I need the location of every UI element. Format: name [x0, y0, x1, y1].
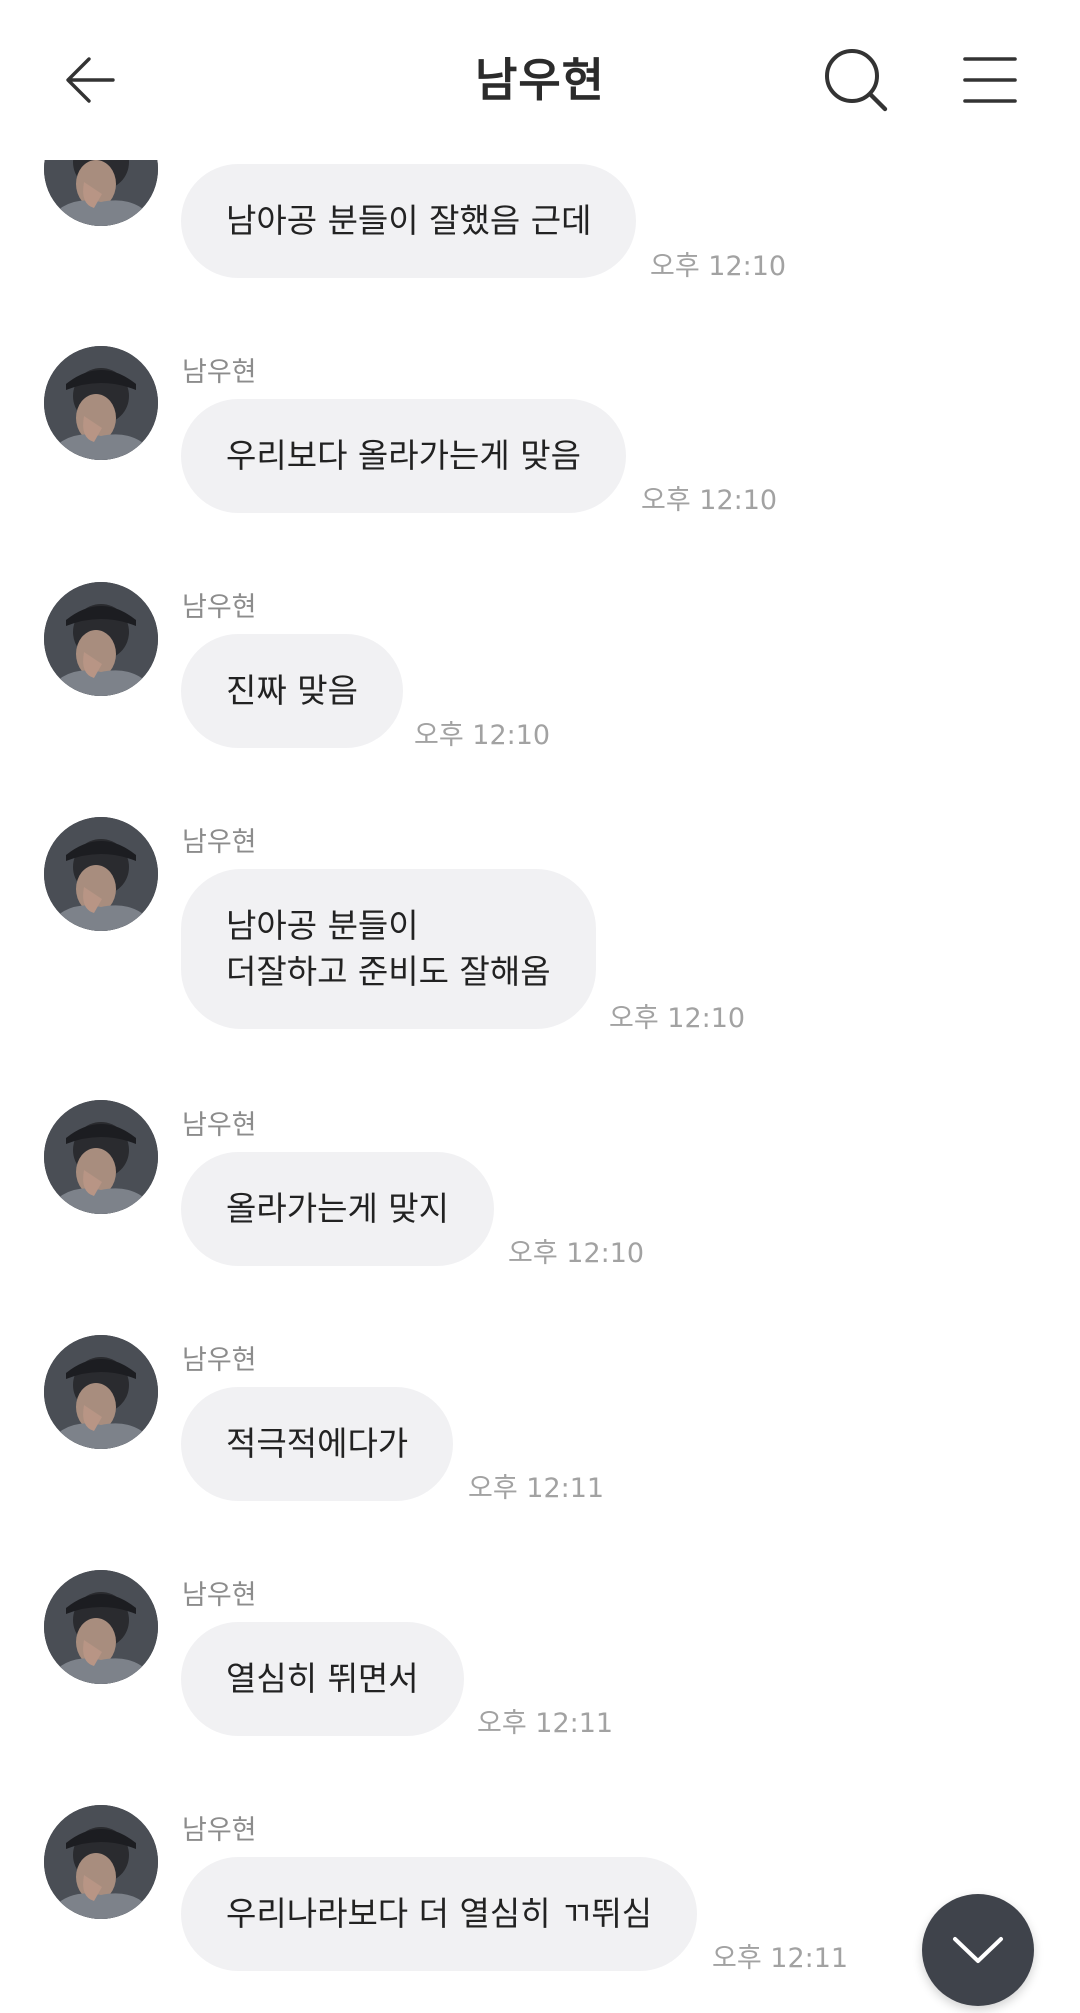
- message-time: 오후 12:10: [609, 1003, 746, 1034]
- chevron-down-icon: [953, 1937, 1003, 1963]
- message-bubble[interactable]: 남아공 분들이 잘했음 근데: [181, 164, 637, 278]
- avatar[interactable]: [44, 582, 158, 696]
- sender-name: 남우현: [182, 827, 257, 858]
- avatar[interactable]: [44, 1335, 158, 1449]
- message-bubble[interactable]: 남아공 분들이 더잘하고 준비도 잘해옴: [181, 869, 596, 1029]
- menu-icon: [963, 57, 1017, 103]
- sender-name: 남우현: [182, 1815, 257, 1846]
- message-bubble[interactable]: 올라가는게 맞지: [181, 1152, 495, 1266]
- chat-title: 남우현: [475, 53, 605, 107]
- sender-name: 남우현: [182, 357, 257, 388]
- message-time: 오후 12:10: [650, 251, 787, 282]
- message-bubble[interactable]: 열심히 뛰면서: [181, 1622, 464, 1736]
- message-time: 오후 12:10: [414, 720, 551, 751]
- avatar[interactable]: [44, 1100, 158, 1214]
- message-bubble[interactable]: 적극적에다가: [181, 1387, 454, 1501]
- chat-header: 남우현: [0, 0, 1080, 160]
- message-time: 오후 12:10: [641, 485, 778, 516]
- sender-name: 남우현: [182, 1345, 257, 1376]
- message-time: 오후 12:10: [508, 1238, 645, 1269]
- message-bubble[interactable]: 진짜 맞음: [181, 634, 403, 748]
- menu-button[interactable]: [940, 40, 1040, 120]
- message-time: 오후 12:11: [712, 1943, 849, 1974]
- message-time: 오후 12:11: [477, 1708, 614, 1739]
- chat-screen: 남우현 남아공 분들이 잘했음 근데 오후 12:10 남우현 우리보다 올라가…: [0, 0, 1080, 2013]
- scroll-down-button[interactable]: [922, 1894, 1034, 2006]
- avatar[interactable]: [44, 1570, 158, 1684]
- sender-name: 남우현: [182, 1110, 257, 1141]
- avatar[interactable]: [44, 1805, 158, 1919]
- avatar[interactable]: [44, 817, 158, 931]
- message-bubble[interactable]: 우리보다 올라가는게 맞음: [181, 399, 626, 513]
- message-time: 오후 12:11: [468, 1473, 605, 1504]
- avatar[interactable]: [44, 346, 158, 460]
- sender-name: 남우현: [182, 1580, 257, 1611]
- search-icon: [825, 49, 888, 112]
- search-button[interactable]: [806, 40, 906, 120]
- message-bubble[interactable]: 우리나라보다 더 열심히 ㄲ뛰심: [181, 1857, 698, 1971]
- sender-name: 남우현: [182, 592, 257, 623]
